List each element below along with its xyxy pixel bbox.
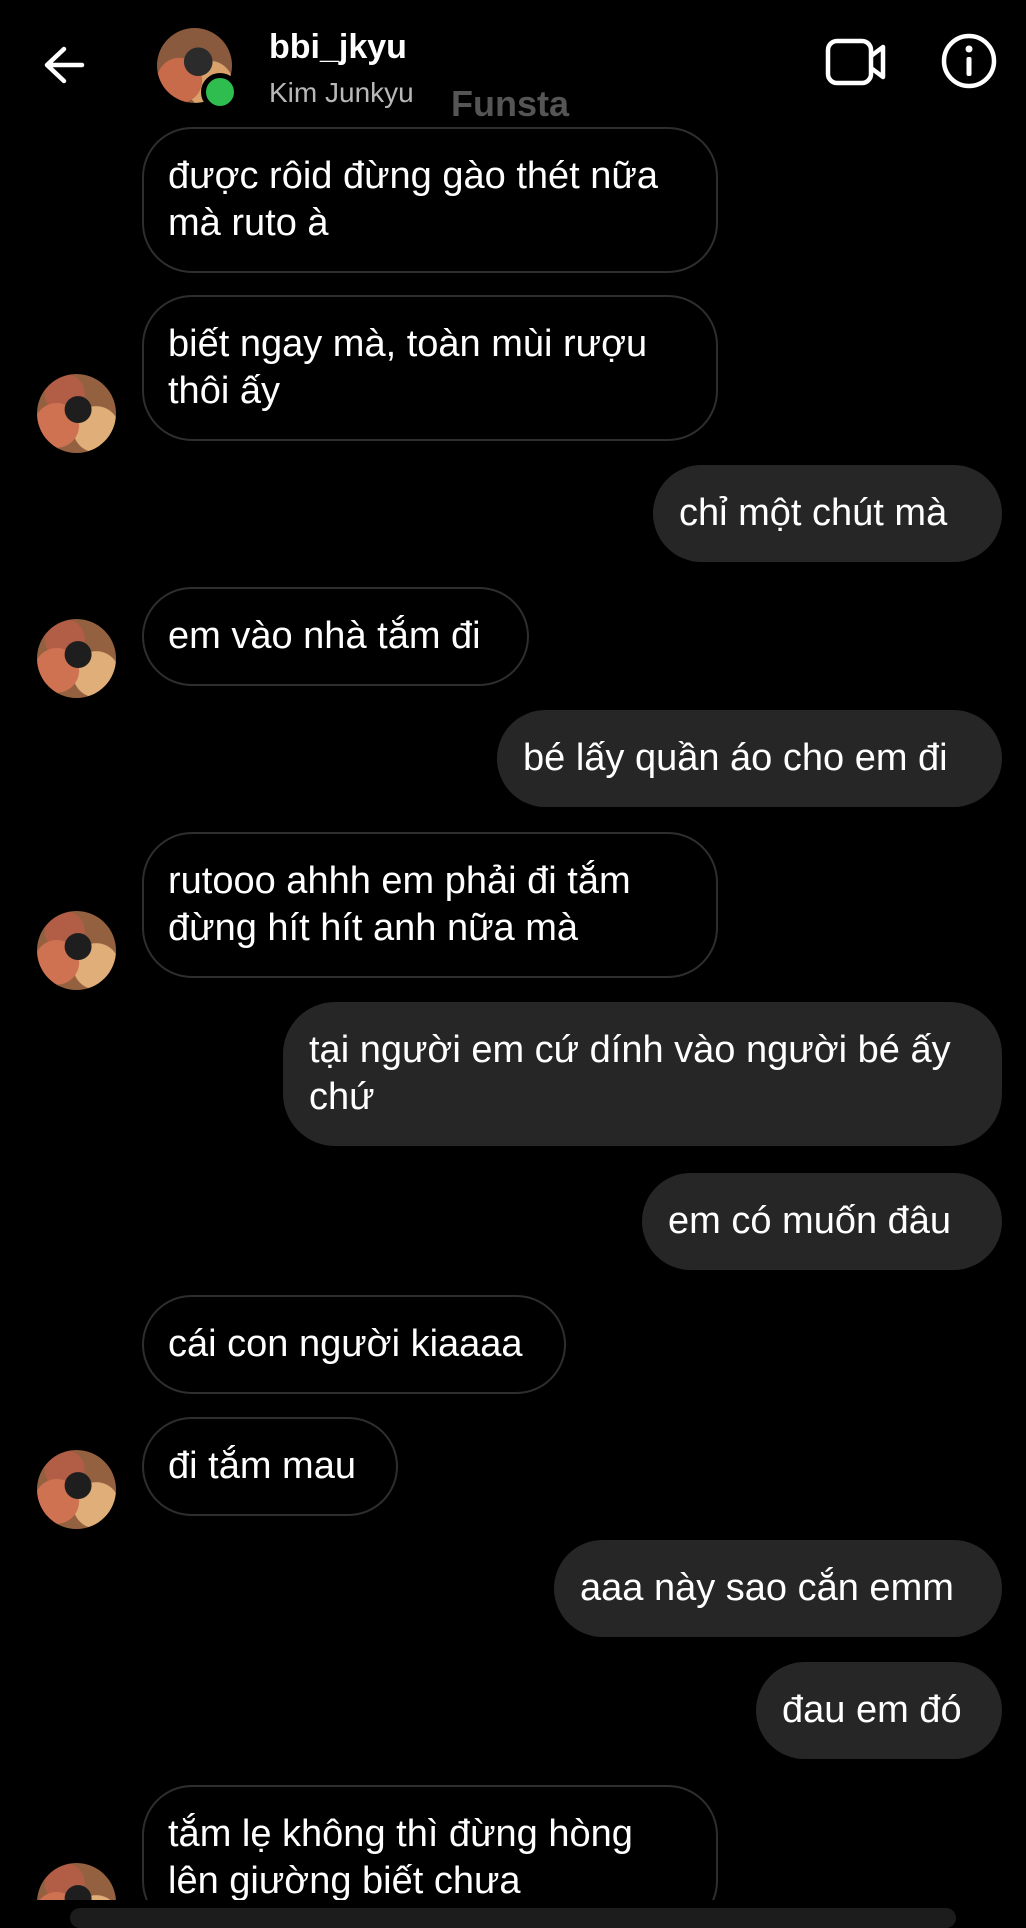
funsta-watermark: Funsta (451, 83, 570, 124)
sender-avatar[interactable] (37, 911, 116, 990)
sender-avatar[interactable] (37, 1863, 116, 1900)
message-bubble-incoming[interactable]: đi tắm mau (142, 1417, 398, 1516)
contact-full-name: Kim Junkyu (269, 77, 414, 108)
info-button[interactable] (940, 32, 998, 90)
online-status-dot (201, 73, 239, 111)
message-bubble-outgoing[interactable]: aaa này sao cắn emm (554, 1540, 1002, 1637)
message-bubble-outgoing[interactable]: tại người em cứ dính vào người bé ấy chứ (283, 1002, 1002, 1146)
info-icon (941, 33, 997, 89)
contact-username[interactable]: bbi_jkyu (269, 28, 407, 67)
video-call-button[interactable] (825, 35, 887, 89)
message-bubble-incoming[interactable]: biết ngay mà, toàn mùi rượu thôi ấy (142, 295, 718, 441)
message-bubble-outgoing[interactable]: chỉ một chút mà (653, 465, 1002, 562)
message-bubble-incoming[interactable]: được rôid đừng gào thét nữa mà ruto à (142, 127, 718, 273)
chat-header: bbi_jkyu Kim Junkyu Funsta (0, 0, 1026, 130)
sender-avatar[interactable] (37, 619, 116, 698)
message-bubble-outgoing[interactable]: đau em đó (756, 1662, 1002, 1759)
sender-avatar[interactable] (37, 374, 116, 453)
message-bubble-incoming[interactable]: tắm lẹ không thì đừng hòng lên giường bi… (142, 1785, 718, 1900)
message-bubble-outgoing[interactable]: em có muốn đâu (642, 1173, 1002, 1270)
message-bubble-incoming[interactable]: rutooo ahhh em phải đi tắm đừng hít hít … (142, 832, 718, 978)
back-button[interactable] (34, 40, 94, 90)
message-bubble-outgoing[interactable]: bé lấy quần áo cho em đi (497, 710, 1002, 807)
message-bubble-incoming[interactable]: em vào nhà tắm đi (142, 587, 529, 686)
sender-avatar[interactable] (37, 1450, 116, 1529)
message-bubble-incoming[interactable]: cái con người kiaaaa (142, 1295, 566, 1394)
message-composer-edge[interactable] (70, 1908, 956, 1928)
message-list[interactable]: được rôid đừng gào thét nữa mà ruto à bi… (0, 0, 1026, 1900)
arrow-left-icon (44, 46, 85, 84)
video-camera-icon (825, 38, 886, 86)
